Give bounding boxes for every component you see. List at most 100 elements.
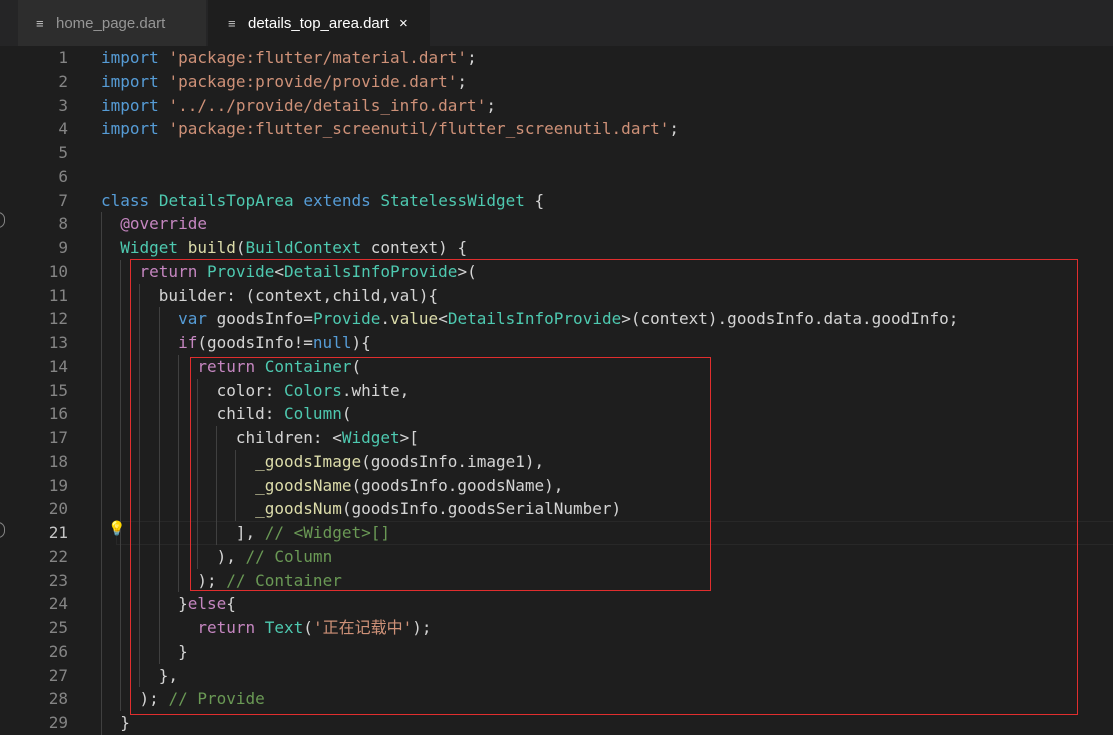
code-token: @override [120,214,207,234]
code-editor[interactable]: 1 import 'package:flutter/material.dart';… [16,46,1113,735]
code-token: ( [341,404,352,424]
code-line[interactable]: 19 _goodsName(goodsInfo.goodsName), [16,474,1113,498]
code-line[interactable]: 29 } [16,711,1113,735]
code-text: import 'package:provide/provide.dart'; [101,70,467,94]
code-line[interactable]: 8 @override [16,212,1113,236]
close-icon[interactable]: × [399,15,408,32]
tab-home-page[interactable]: ≡ home_page.dart [18,0,206,46]
code-token: ; [669,119,679,139]
code-text: }else{ [101,592,236,616]
code-line[interactable]: 4 import 'package:flutter_screenutil/flut… [16,117,1113,141]
code-line[interactable]: 22 ), // Column [16,545,1113,569]
code-token: value [390,309,439,329]
line-number: 21 [48,523,68,542]
code-text: child: Column( [101,402,352,426]
code-token: Provide [312,309,381,329]
code-token: ), [101,546,246,566]
code-line[interactable]: 14 return Container( [16,355,1113,379]
code-token: '正在记载中' [312,618,413,637]
code-token: null [312,333,352,352]
code-line[interactable]: 24 }else{ [16,592,1113,616]
code-line[interactable]: 1 import 'package:flutter/material.dart'; [16,46,1113,70]
code-line[interactable]: 26 } [16,640,1113,664]
code-token: class [101,190,150,210]
code-token: >[ [399,428,419,447]
code-text: _goodsNum(goodsInfo.goodsSerialNumber) [101,497,621,521]
code-line[interactable]: 5 [16,141,1113,165]
code-token: Text [264,618,304,637]
code-token: Column [284,404,342,424]
code-text: if(goodsInfo!=null){ [101,331,371,355]
line-number: 3 [58,95,68,115]
code-line[interactable]: 7 class DetailsTopArea extends StatelessW… [16,189,1113,213]
code-line[interactable]: 18 _goodsImage(goodsInfo.image1), [16,450,1113,474]
code-token: (goodsInfo.image1), [361,451,545,471]
code-text: _goodsName(goodsInfo.goodsName), [101,474,563,498]
code-token: ; [486,95,496,115]
code-token: import [101,95,159,115]
code-line[interactable]: 21 ], // <Widget>[] [16,521,1113,545]
code-text: @override [101,212,207,236]
code-token: { [226,594,236,614]
code-token: Container [264,356,352,376]
code-line[interactable]: 3 import '../../provide/details_info.dart… [16,94,1113,118]
line-number: 5 [58,143,68,162]
code-token: // Container [226,570,342,590]
code-token: Widget [341,428,400,447]
code-line[interactable]: 25 return Text('正在记载中'); [16,616,1113,640]
code-token: if [178,333,198,352]
code-text: var goodsInfo=Provide.value<DetailsInfoP… [101,307,958,331]
lightbulb-icon[interactable]: 💡 [108,521,125,537]
code-token: ( [351,356,362,376]
code-line[interactable]: 6 [16,165,1113,189]
code-line[interactable]: 10 return Provide<DetailsInfoProvide>( [16,260,1113,284]
tab-details-top-area[interactable]: ≡ details_top_area.dart × [208,0,430,46]
code-token: _goodsName [255,475,352,495]
code-token: ], [101,523,265,542]
line-number: 25 [48,618,68,637]
code-token: _goodsNum [255,499,342,519]
line-number: 28 [48,689,68,709]
code-line[interactable]: 15 color: Colors.white, [16,379,1113,403]
code-line[interactable]: 28 ); // Provide [16,687,1113,711]
code-text: _goodsImage(goodsInfo.image1), [101,450,544,474]
code-line[interactable]: 13 if(goodsInfo!=null){ [16,331,1113,355]
line-number: 17 [48,428,68,447]
code-token: DetailsInfoProvide [447,309,622,329]
code-line[interactable]: 11 builder: (context,child,val){ [16,284,1113,308]
code-line[interactable]: 12 var goodsInfo=Provide.value<DetailsIn… [16,307,1113,331]
file-lines-icon: ≡ [36,15,44,31]
code-line[interactable]: 2 import 'package:provide/provide.dart'; [16,70,1113,94]
code-line[interactable]: 17 children: <Widget>[ [16,426,1113,450]
code-text: return Text('正在记载中'); [101,616,431,640]
code-line[interactable]: 9 Widget build(BuildContext context) { [16,236,1113,260]
code-token: } [101,594,188,614]
code-text: return Container( [101,355,361,379]
line-number: 7 [58,190,68,210]
code-line[interactable]: 23 ); // Container [16,569,1113,593]
code-line[interactable]: 27 }, [16,664,1113,688]
line-number: 2 [58,71,68,91]
tab-bar: ≡ home_page.dart ≡ details_top_area.dart… [0,0,1113,46]
code-line[interactable]: 16 child: Column( [16,402,1113,426]
code-token: >(context).goodsInfo.data.goodInfo; [621,309,959,329]
code-line[interactable]: 20 _goodsNum(goodsInfo.goodsSerialNumber… [16,497,1113,521]
code-token: // Column [245,546,333,566]
code-token: >( [457,261,477,281]
code-text: }, [101,664,178,688]
code-token: DetailsTopArea [158,190,294,210]
line-number: 12 [48,309,68,329]
